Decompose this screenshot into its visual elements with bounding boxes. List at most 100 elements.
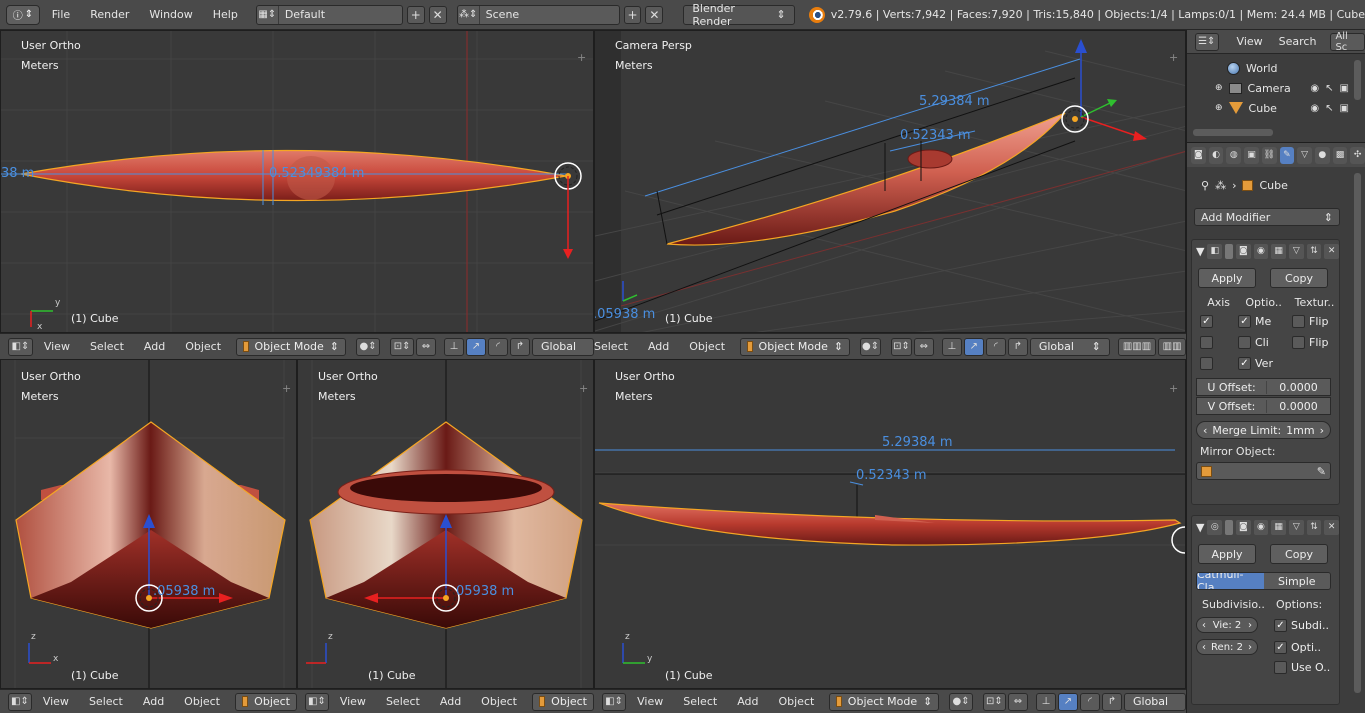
collapse-icon[interactable]: ▼ — [1196, 521, 1204, 534]
menu-object[interactable]: Object — [176, 340, 230, 353]
menu-add[interactable]: Add — [639, 340, 678, 353]
cage-toggle-icon[interactable]: ▽ — [1288, 243, 1304, 259]
shading-button[interactable]: ●⇕ — [860, 337, 882, 356]
shading-button[interactable]: ●⇕ — [949, 692, 973, 711]
rotate-toggle[interactable]: ◜ — [1080, 692, 1100, 711]
manipulator-toggle[interactable]: ⇔ — [1008, 692, 1028, 711]
render-toggle-icon[interactable]: ◙ — [1235, 519, 1251, 535]
u-offset-field[interactable]: U Offset: 0.0000 — [1196, 378, 1331, 396]
move-toggle[interactable]: ↗ — [1058, 692, 1078, 711]
tab-object[interactable]: ▣ — [1244, 146, 1259, 164]
collapse-icon[interactable]: ▼ — [1196, 245, 1204, 258]
shading-button[interactable]: ●⇕ — [356, 337, 381, 356]
flip-u-checkbox[interactable] — [1292, 315, 1305, 328]
scale-toggle[interactable]: ↱ — [1102, 692, 1122, 711]
menu-add[interactable]: Add — [431, 695, 470, 708]
mode-selector[interactable]: Object Mode ⇕ — [829, 692, 940, 711]
merge-limit-field[interactable]: ‹ Merge Limit: 1mm › — [1196, 421, 1331, 439]
outliner-item-cube[interactable]: ⊕ Cube ◉ ↖ ▣ — [1187, 98, 1365, 118]
viewport-bottom-right[interactable]: 5.29384 m 0.52343 m z y User Ortho Meter… — [594, 359, 1186, 689]
render-levels-field[interactable]: ‹ Ren: 2 › — [1196, 639, 1258, 655]
tab-data[interactable]: ▽ — [1297, 146, 1312, 164]
viewport-top-right[interactable]: 5.29384 m 0.52343 m .05938 m Camera Pers… — [594, 30, 1186, 333]
editmode-toggle-icon[interactable]: ▦ — [1271, 243, 1286, 259]
remove-scene-button[interactable]: ✕ — [645, 5, 664, 24]
pivot-button[interactable]: ⊡⇕ — [891, 337, 912, 356]
move-toggle[interactable]: ↗ — [466, 337, 486, 356]
menu-object[interactable]: Object — [472, 695, 526, 708]
merge-checkbox[interactable]: ✓ — [1238, 315, 1251, 328]
chevron-right-icon[interactable]: › — [1320, 424, 1324, 437]
translate-toggle[interactable]: ⊥ — [1036, 692, 1056, 711]
viewport-toggle-icon[interactable]: ◉ — [1253, 243, 1269, 259]
orientation-selector[interactable]: Global ⇕ — [1029, 337, 1110, 356]
expand-icon[interactable]: ⊕ — [1215, 83, 1223, 93]
rotate-toggle[interactable]: ◜ — [488, 337, 508, 356]
use-opensubdiv-checkbox[interactable] — [1274, 661, 1287, 674]
pivot-button[interactable]: ⊡⇕ — [390, 337, 414, 356]
cage-toggle-icon[interactable]: ▽ — [1288, 519, 1304, 535]
mode-selector[interactable]: Object — [235, 692, 297, 711]
mode-selector[interactable]: Object Mode ⇕ — [740, 337, 851, 356]
scale-toggle[interactable]: ↱ — [1007, 337, 1028, 356]
mode-selector[interactable]: Object Mode ⇕ — [236, 337, 347, 356]
copy-button[interactable]: Copy — [1270, 544, 1328, 564]
cursor-icon[interactable]: ↖ — [1325, 103, 1333, 114]
copy-button[interactable]: Copy — [1270, 268, 1328, 288]
properties-scrollbar[interactable] — [1354, 173, 1361, 693]
axis-z-checkbox[interactable] — [1200, 357, 1213, 370]
pivot-button[interactable]: ⊡⇕ — [982, 692, 1006, 711]
region-toggle-icon[interactable]: + — [282, 383, 292, 394]
editmode-toggle-icon[interactable]: ▦ — [1271, 519, 1286, 535]
layers-widget-2[interactable]: ▥▥ — [1158, 337, 1186, 356]
tab-physics[interactable]: ✣ — [1350, 146, 1365, 164]
menu-render[interactable]: Render — [82, 8, 137, 21]
menu-add[interactable]: Add — [728, 695, 767, 708]
remove-layout-button[interactable]: ✕ — [428, 5, 447, 24]
axis-x-checkbox[interactable]: ✓ — [1200, 315, 1213, 328]
tab-constraints[interactable]: ⛓ — [1261, 146, 1277, 164]
region-toggle-icon[interactable]: + — [577, 52, 587, 63]
move-up-down-icon[interactable]: ⇅ — [1306, 243, 1322, 259]
menu-select[interactable]: Select — [81, 340, 133, 353]
move-toggle[interactable]: ↗ — [963, 337, 984, 356]
chevron-left-icon[interactable]: ‹ — [1203, 424, 1207, 437]
region-toggle-icon[interactable]: + — [579, 383, 589, 394]
orientation-selector[interactable]: Global — [532, 337, 594, 356]
tab-modifiers[interactable]: ✎ — [1279, 146, 1295, 164]
eye-icon[interactable]: ◉ — [1310, 103, 1319, 114]
tab-render[interactable]: ◙ — [1191, 146, 1206, 164]
render-engine-selector[interactable]: Blender Render ⇕ — [683, 2, 795, 28]
menu-object[interactable]: Object — [769, 695, 823, 708]
menu-add[interactable]: Add — [134, 695, 173, 708]
editor-type-button[interactable]: ◧⇕ — [305, 692, 329, 711]
translate-toggle[interactable]: ⊥ — [941, 337, 962, 356]
tab-material[interactable]: ● — [1314, 146, 1330, 164]
display-filter-selector[interactable]: All Sc — [1330, 31, 1365, 53]
region-toggle-icon[interactable]: + — [1169, 383, 1179, 394]
eye-icon[interactable]: ◉ — [1310, 83, 1319, 94]
menu-object[interactable]: Object — [175, 695, 229, 708]
editor-type-button[interactable]: ◧⇕ — [8, 337, 33, 356]
optimal-display-checkbox[interactable]: ✓ — [1274, 640, 1287, 654]
close-icon[interactable]: ✕ — [1324, 519, 1339, 535]
outliner-scrollbar-v[interactable] — [1354, 60, 1361, 100]
add-scene-button[interactable]: + — [623, 5, 642, 24]
view-levels-field[interactable]: ‹ Vie: 2 › — [1196, 617, 1258, 633]
cursor-icon[interactable]: ↖ — [1325, 83, 1333, 94]
render-toggle-icon[interactable]: ◙ — [1235, 243, 1251, 259]
editor-type-button[interactable]: ◧⇕ — [602, 692, 627, 711]
tab-scene[interactable]: ◐ — [1208, 146, 1224, 164]
rotate-toggle[interactable]: ◜ — [985, 337, 1006, 356]
eyedropper-icon[interactable]: ✎ — [1317, 465, 1326, 478]
viewport-bottom-left-a[interactable]: .05938 m z x User Ortho Meters (1) Cube … — [0, 359, 297, 689]
menu-add[interactable]: Add — [135, 340, 174, 353]
menu-help[interactable]: Help — [205, 8, 246, 21]
menu-window[interactable]: Window — [141, 8, 200, 21]
viewport-top-left[interactable]: 38 m 0.52349384 m y x User Ortho Meters … — [0, 30, 594, 333]
menu-file[interactable]: File — [44, 8, 78, 21]
mode-selector[interactable]: Object — [532, 692, 594, 711]
menu-object[interactable]: Object — [680, 340, 734, 353]
apply-button[interactable]: Apply — [1198, 268, 1256, 288]
menu-select[interactable]: Select — [377, 695, 429, 708]
